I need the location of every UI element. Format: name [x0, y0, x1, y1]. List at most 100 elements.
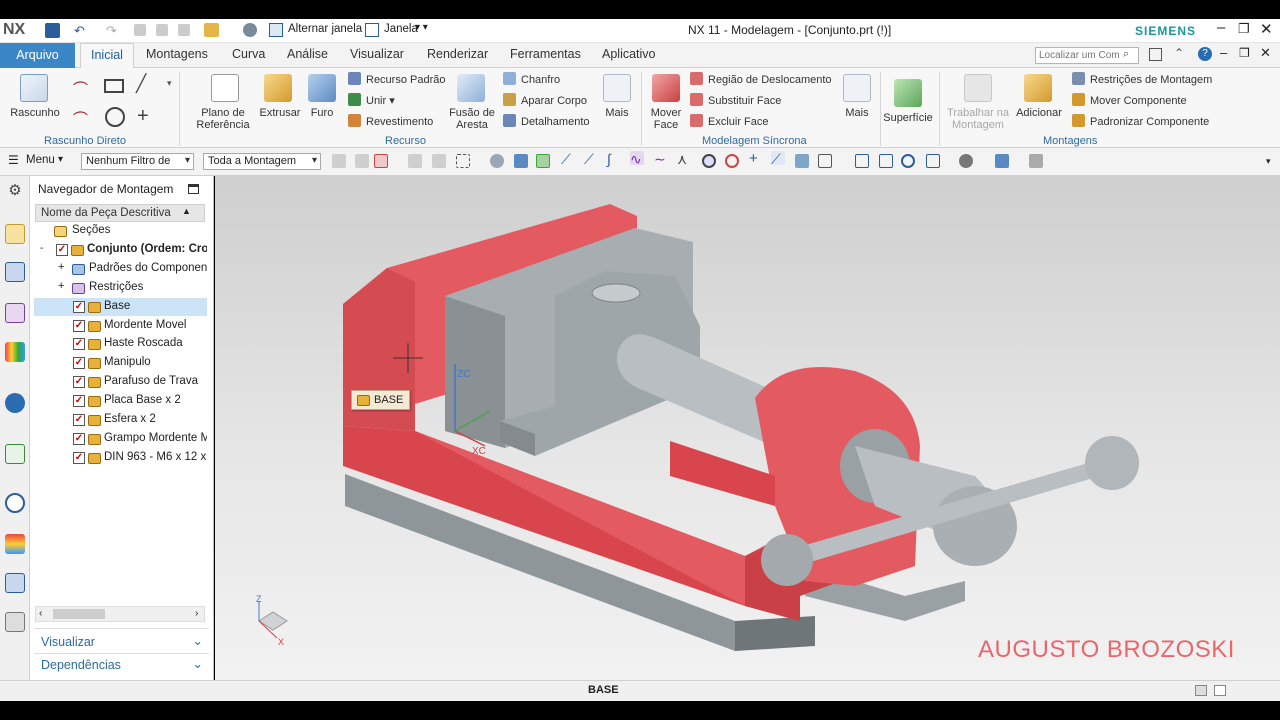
tree-node-manipulo[interactable]: ✓ Manipulo [34, 354, 207, 372]
status-fullscreen-icon[interactable] [1214, 685, 1226, 696]
quadrant-icon[interactable] [725, 154, 739, 168]
line-icon[interactable]: ╱ [136, 74, 146, 94]
existing-point-icon[interactable]: + [749, 150, 763, 167]
tree-node-haste[interactable]: ✓ Haste Roscada [34, 335, 207, 353]
chamfer-button[interactable]: Chanfro [503, 72, 560, 86]
cut-icon[interactable] [134, 24, 146, 36]
scroll-left-icon[interactable]: ‹ [39, 608, 42, 619]
rotate-icon[interactable] [901, 154, 915, 168]
tree-node-placa[interactable]: ✓ Placa Base x 2 [34, 392, 207, 410]
undo-icon[interactable]: ↶ [74, 23, 85, 39]
more-feature-button[interactable]: Mais [602, 107, 632, 119]
visibility-checkbox[interactable]: ✓ [73, 414, 85, 426]
offset-region-button[interactable]: Região de Deslocamento [690, 72, 832, 86]
tree-node-grampo[interactable]: ✓ Grampo Mordente M [34, 430, 207, 448]
arc-center-icon[interactable] [702, 154, 716, 168]
delete-face-button[interactable]: Excluir Face [690, 114, 769, 128]
chevron-down-icon[interactable]: ▾ [58, 154, 63, 165]
detailing-button[interactable]: Detalhamento [503, 114, 590, 128]
tree-node-assembly[interactable]: - ✓ Conjunto (Ordem: Cron [34, 241, 207, 259]
doc-restore-icon[interactable]: ❐ [1239, 46, 1250, 60]
sketch-button[interactable]: Rascunho [8, 107, 62, 119]
collapse-icon[interactable]: - [40, 243, 43, 254]
shell-button[interactable]: Revestimento [348, 114, 433, 128]
reuse-library-icon[interactable] [5, 342, 25, 362]
clock-icon[interactable] [5, 493, 25, 513]
visibility-checkbox[interactable]: ✓ [73, 395, 85, 407]
circle-icon[interactable] [105, 107, 125, 127]
constraint-navigator-icon[interactable] [5, 262, 25, 282]
web-browser-icon[interactable] [5, 393, 25, 413]
tree-node-din963[interactable]: ✓ DIN 963 - M6 x 12 x 6 [34, 449, 207, 467]
maximize-panel-icon[interactable] [188, 184, 199, 194]
collapse-ribbon-icon[interactable]: ⌃ [1174, 46, 1184, 60]
switch-window-icon[interactable] [269, 23, 283, 37]
open-folder-icon[interactable] [204, 23, 219, 37]
tree-node-parafuso[interactable]: ✓ Parafuso de Trava [34, 373, 207, 391]
tab-visualizar[interactable]: Visualizar [350, 47, 404, 61]
zoom-icon[interactable] [879, 154, 893, 168]
datum-plane-button[interactable]: Plano de Referência [190, 107, 256, 131]
window-menu-button[interactable]: Janela [384, 23, 418, 35]
edit-section-icon[interactable] [995, 154, 1009, 168]
tab-file[interactable]: Arquivo [0, 43, 75, 68]
edge-blend-button[interactable]: Fusão de Aresta [446, 107, 498, 131]
column-header[interactable]: Nome da Peça Descritiva ▲ [35, 204, 205, 222]
doc-minimize-icon[interactable]: – [1220, 45, 1227, 60]
bounded-grid-icon[interactable] [818, 154, 832, 168]
horizontal-scrollbar[interactable]: ‹ › [35, 606, 205, 622]
tree-node-esfera[interactable]: ✓ Esfera x 2 [34, 411, 207, 429]
tab-inicial[interactable]: Inicial [80, 43, 134, 68]
scroll-right-icon[interactable]: › [195, 608, 198, 619]
gear-icon[interactable]: ⚙ [5, 181, 25, 201]
vise-model[interactable] [215, 176, 1280, 680]
expand-icon[interactable]: + [58, 261, 64, 273]
copy-icon[interactable] [156, 24, 168, 36]
wave-icon[interactable]: ∼ [654, 151, 668, 167]
replace-face-button[interactable]: Substituir Face [690, 93, 781, 107]
filter-icon[interactable] [355, 154, 369, 168]
arc-icon[interactable]: ⌒ [73, 108, 88, 129]
select-icon[interactable] [374, 154, 388, 168]
help-icon[interactable]: ? [1198, 47, 1212, 61]
visibility-checkbox[interactable]: ✓ [73, 301, 85, 313]
more-sync-button[interactable]: Mais [842, 107, 872, 119]
doc-close-icon[interactable]: ✕ [1260, 45, 1271, 61]
close-icon[interactable]: ✕ [1260, 20, 1273, 38]
midpoint-icon[interactable]: ⟋ [584, 151, 598, 167]
more-sketch-icon[interactable]: ▾ [167, 78, 172, 89]
point-on-face-icon[interactable] [795, 154, 809, 168]
assembly-navigator-icon[interactable] [5, 224, 25, 244]
switch-window-button[interactable]: Alternar janela [288, 23, 362, 35]
status-window-icon[interactable] [1195, 685, 1207, 696]
unite-button[interactable]: Unir ▾ [348, 93, 395, 107]
tab-analise[interactable]: Análise [287, 47, 328, 61]
endpoint-icon[interactable]: ⟋ [561, 151, 575, 167]
point-on-curve-icon[interactable]: ⟋ [771, 151, 785, 167]
visibility-checkbox[interactable]: ✓ [73, 357, 85, 369]
add-component-button[interactable]: Adicionar [1014, 107, 1064, 119]
save-icon[interactable] [45, 23, 60, 38]
move-face-button[interactable]: Mover Face [646, 107, 686, 131]
pattern-component-button[interactable]: Padronizar Componente [1072, 114, 1209, 128]
history-icon[interactable] [5, 444, 25, 464]
restore-icon[interactable]: ❐ [1238, 21, 1250, 37]
intersection-icon[interactable]: ⋏ [677, 151, 691, 167]
tree-node-base[interactable]: ✓ Base [34, 298, 207, 316]
surface-button[interactable]: Superfície [880, 112, 936, 124]
paste-icon[interactable] [178, 24, 190, 36]
scroll-thumb[interactable] [53, 609, 105, 619]
tab-aplicativo[interactable]: Aplicativo [602, 47, 656, 61]
filter-icon[interactable] [432, 154, 446, 168]
type-filter-select[interactable]: Nenhum Filtro de [81, 153, 194, 170]
minimize-icon[interactable]: – [1217, 19, 1225, 36]
render-style-icon[interactable] [959, 154, 973, 168]
assembly-constraints-button[interactable]: Restrições de Montagem [1072, 72, 1212, 86]
visibility-checkbox[interactable]: ✓ [73, 320, 85, 332]
system-scenes-icon[interactable] [5, 612, 25, 632]
visualization-icon[interactable] [5, 534, 25, 554]
extrude-button[interactable]: Extrusar [258, 107, 302, 119]
orient-view-icon[interactable] [926, 154, 940, 168]
chevron-down-icon[interactable]: ▾ [1266, 156, 1271, 167]
preview-panel-toggle[interactable]: Visualizar ⌄ [34, 633, 209, 653]
